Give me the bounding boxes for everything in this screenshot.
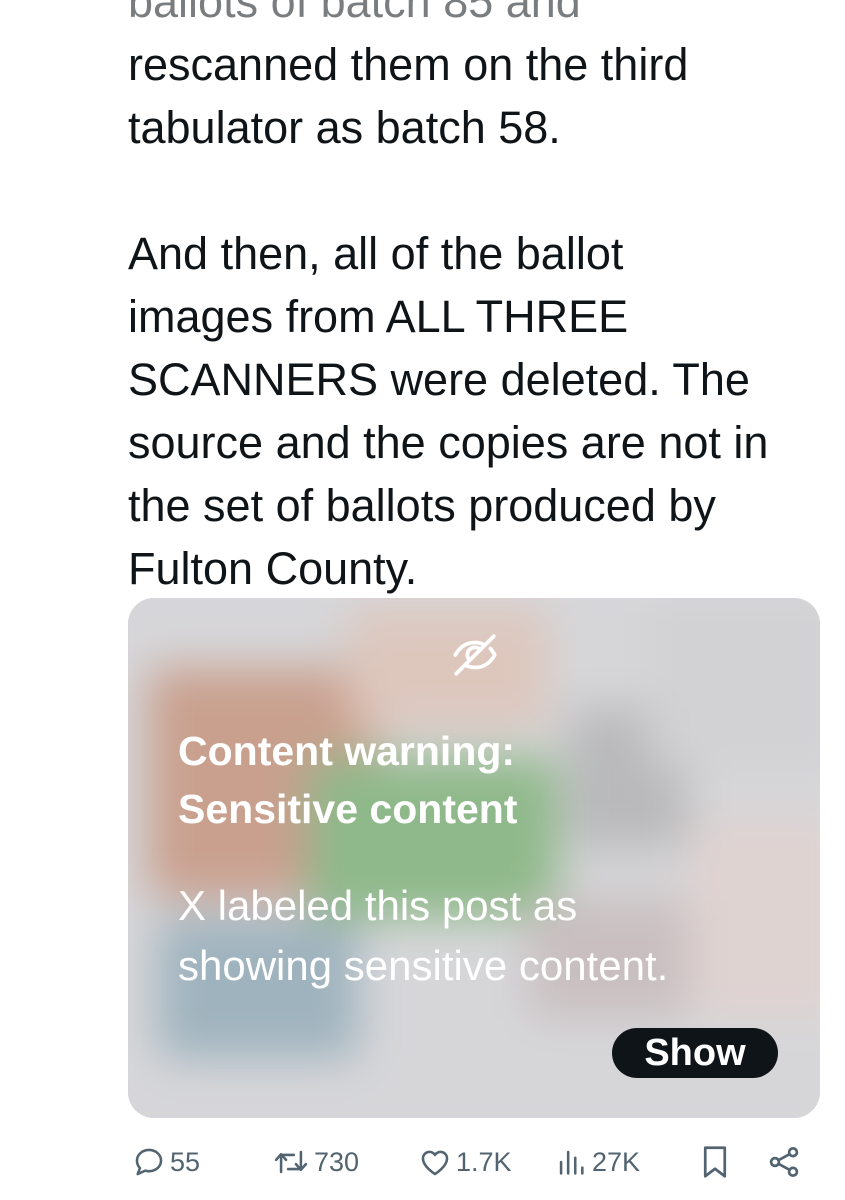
eye-off-icon [453, 634, 497, 676]
blur-block [348, 608, 548, 728]
views-icon [559, 1150, 584, 1175]
tweet-text-line: images from ALL THREE [128, 291, 629, 342]
like-button[interactable]: 1.7K [418, 1140, 512, 1184]
share-button[interactable] [766, 1140, 802, 1184]
tweet-text-line: And then, all of the ballot [128, 228, 624, 279]
reply-button[interactable]: 55 [132, 1140, 200, 1184]
like-count: 1.7K [456, 1146, 512, 1177]
heart-icon [421, 1150, 449, 1176]
tweet-text-line: ballots of batch 85 and [128, 0, 581, 27]
views-button[interactable]: 27K [554, 1140, 640, 1184]
tweet-text-line: Fulton County. [128, 543, 418, 594]
tweet-text: ballots of batch 85 and rescanned them o… [128, 0, 828, 600]
repost-button[interactable]: 730 [272, 1140, 359, 1184]
warning-title-line: Sensitive content [178, 786, 518, 832]
content-warning-description: X labeled this post as showing sensitive… [178, 876, 798, 996]
content-warning-title: Content warning: Sensitive content [178, 722, 798, 838]
tweet-action-bar: 55 730 1.7K 27K [0, 1140, 845, 1184]
tweet-paragraph: And then, all of the ballot images from … [128, 222, 828, 600]
warning-title-line: Content warning: [178, 728, 516, 774]
repost-icon [274, 1150, 308, 1174]
bookmark-icon [703, 1146, 727, 1178]
reply-count: 55 [170, 1146, 201, 1177]
repost-count: 730 [314, 1146, 360, 1177]
tweet-text-line: the set of ballots produced by [128, 480, 716, 531]
reply-icon [135, 1148, 163, 1176]
warning-desc-line: showing sensitive content. [178, 942, 669, 989]
views-count: 27K [592, 1146, 641, 1177]
tweet-text-line: rescanned them on the third [128, 39, 689, 90]
tweet-text-line: SCANNERS were deleted. The [128, 354, 750, 405]
tweet-paragraph: ballots of batch 85 and rescanned them o… [128, 0, 828, 159]
bookmark-button[interactable] [700, 1140, 730, 1184]
tweet-text-line: tabulator as batch 58. [128, 102, 561, 153]
tweet-text-line: source and the copies are not in [128, 417, 769, 468]
warning-desc-line: X labeled this post as [178, 882, 578, 929]
share-icon [769, 1147, 799, 1177]
show-button[interactable]: Show [612, 1028, 778, 1078]
